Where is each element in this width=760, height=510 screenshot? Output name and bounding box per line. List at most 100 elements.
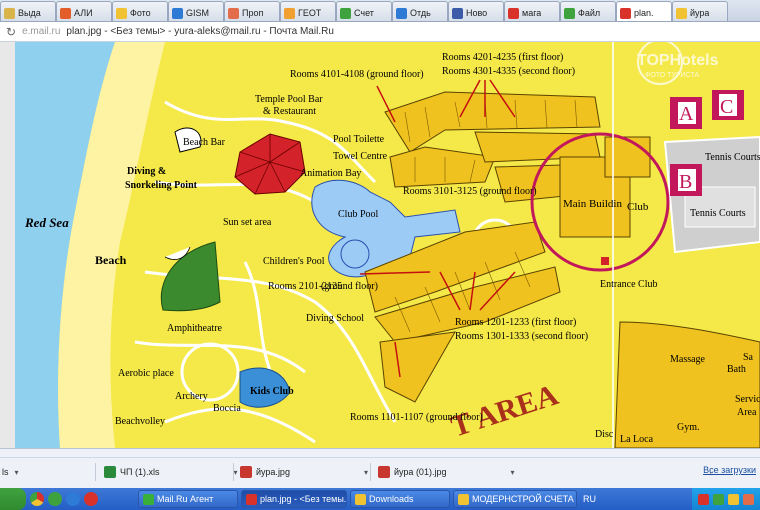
browser-tab-label: йура	[690, 8, 710, 18]
tab-favicon-icon	[452, 7, 463, 19]
tab-favicon-icon	[508, 7, 519, 19]
image-file-icon	[240, 466, 252, 478]
childrens-pool-label: Children's Pool	[263, 256, 325, 267]
windows-taskbar: Mail.Ru Агент plan.jpg - <Без темы... Do…	[0, 488, 760, 510]
boccia-label: Boccia	[213, 403, 241, 414]
image-viewer: T AREA Red Sea Beach Diving & Snorkeling…	[0, 42, 760, 448]
download-divider	[95, 463, 96, 481]
taskbar-button-label: Downloads	[369, 494, 414, 504]
massage-label: Massage	[670, 354, 706, 365]
browser-tab-label: Файл	[578, 8, 601, 18]
yandex-icon[interactable]	[84, 492, 98, 506]
towel-centre-label: Towel Centre	[333, 151, 388, 162]
area-label: Area	[737, 407, 757, 418]
tennis-label-2: Tennis Courts	[690, 208, 746, 219]
letter-a-label: A	[679, 103, 694, 125]
browser-tab[interactable]: Отдь	[392, 1, 448, 21]
taskbar-button[interactable]: plan.jpg - <Без темы...	[241, 490, 347, 508]
chrome-icon[interactable]	[30, 492, 44, 506]
tab-favicon-icon	[396, 7, 407, 19]
address-title: plan.jpg - <Без темы> - yura-aleks@mail.…	[66, 26, 334, 37]
download-bar-separator	[0, 457, 760, 458]
browser-tab[interactable]: plan.	[616, 1, 672, 21]
download-item[interactable]: йура.jpg ▾	[240, 463, 368, 481]
archery-label: Archery	[175, 391, 208, 402]
browser-tab[interactable]: Выда	[0, 1, 56, 21]
browser-tab-label: Отдь	[410, 8, 431, 18]
tab-favicon-icon	[228, 7, 239, 19]
tab-favicon-icon	[340, 7, 351, 19]
beach-label: Beach	[95, 253, 127, 267]
svg-text:TOPHotels: TOPHotels	[637, 52, 719, 69]
tennis-label-1: Tennis Courts	[705, 152, 760, 163]
show-all-downloads-link[interactable]: Все загрузки	[703, 465, 756, 475]
download-item-label: ls	[2, 467, 9, 477]
beach-bar-label: Beach Bar	[183, 137, 226, 148]
download-item-label: йура (01).jpg	[394, 467, 447, 477]
rooms-4201-label: Rooms 4201-4235 (first floor)	[442, 52, 563, 63]
language-indicator[interactable]: RU	[583, 494, 596, 504]
tray-icon[interactable]	[728, 493, 739, 505]
download-divider	[233, 463, 234, 481]
download-item-label: йура.jpg	[256, 467, 290, 477]
system-tray	[692, 488, 760, 510]
browser-tab[interactable]: GISM	[168, 1, 224, 21]
aerobic-label: Aerobic place	[118, 368, 174, 379]
browser-tab[interactable]: Счет	[336, 1, 392, 21]
tray-icon[interactable]	[713, 493, 724, 505]
browser-icon[interactable]	[48, 492, 62, 506]
tray-icon[interactable]	[698, 493, 709, 505]
browser-tab-label: Проп	[242, 8, 264, 18]
temple-bar-label-2: & Restaurant	[263, 106, 316, 117]
taskbar-button[interactable]: МОДЕРНСТРОЙ СЧЕТА	[453, 490, 577, 508]
svg-text:ФОТО ТУРИСТА: ФОТО ТУРИСТА	[645, 72, 699, 79]
download-bar: ls ▾ ЧП (1).xls ▾ йура.jpg ▾ йура (01).j…	[0, 448, 760, 488]
browser-tab[interactable]: ГЕОТ	[280, 1, 336, 21]
gym-label: Gym.	[677, 422, 700, 433]
start-button[interactable]	[0, 488, 26, 510]
image-file-icon	[378, 466, 390, 478]
browser-tab[interactable]: Файл	[560, 1, 616, 21]
browser-tab[interactable]: Фото	[112, 1, 168, 21]
browser-tab[interactable]: Ново	[448, 1, 504, 21]
browser-icon[interactable]	[66, 492, 80, 506]
download-item-label: ЧП (1).xls	[120, 467, 160, 477]
rooms-4301-label: Rooms 4301-4335 (second floor)	[442, 66, 575, 77]
chevron-down-icon[interactable]: ▾	[233, 468, 237, 477]
chevron-down-icon[interactable]: ▾	[364, 468, 368, 477]
browser-tab[interactable]: мага	[504, 1, 560, 21]
tray-icon[interactable]	[743, 493, 754, 505]
tab-favicon-icon	[60, 7, 71, 19]
chevron-down-icon[interactable]: ▾	[510, 468, 514, 477]
download-item[interactable]: йура (01).jpg ▾	[378, 463, 514, 481]
service-label: Service	[735, 394, 760, 405]
tab-favicon-icon	[284, 7, 295, 19]
browser-tab[interactable]: Проп	[224, 1, 280, 21]
refresh-icon[interactable]: ↻	[6, 25, 16, 39]
download-item[interactable]: ls ▾	[2, 463, 19, 481]
kids-club-label: Kids Club	[250, 386, 294, 397]
taskbar-button[interactable]: Mail.Ru Агент	[138, 490, 238, 508]
taskbar-button-label: Mail.Ru Агент	[157, 494, 214, 504]
download-item[interactable]: ЧП (1).xls ▾	[104, 463, 237, 481]
chevron-down-icon[interactable]: ▾	[15, 468, 19, 477]
club-pool-label: Club Pool	[338, 209, 379, 220]
taskbar-button[interactable]: Downloads	[350, 490, 450, 508]
bath-label: Bath	[727, 364, 746, 375]
browser-tab-strip: Выда АЛИ Фото GISM Проп ГЕОТ Счет Отдь Ново мага Ф…	[0, 0, 760, 22]
browser-icon	[246, 493, 257, 505]
address-bar[interactable]: ↻ e.mail.ru plan.jpg - <Без темы> - yura…	[0, 22, 760, 42]
animation-label: Animation Bay	[300, 168, 361, 179]
rooms-4101-label: Rooms 4101-4108 (ground floor)	[290, 69, 424, 80]
diving-label-2: Snorkeling Point	[125, 180, 198, 191]
browser-tab[interactable]: АЛИ	[56, 1, 112, 21]
mail-agent-icon	[143, 493, 154, 505]
browser-tab-label: Фото	[130, 8, 151, 18]
browser-tab-label: ГЕОТ	[298, 8, 322, 18]
entrance-label: Entrance Club	[600, 279, 657, 290]
browser-tab[interactable]: йура	[672, 1, 728, 21]
tab-favicon-icon	[676, 7, 687, 19]
browser-tab-label: мага	[522, 8, 542, 18]
letter-b-label: B	[679, 171, 692, 193]
folder-icon	[458, 493, 469, 505]
